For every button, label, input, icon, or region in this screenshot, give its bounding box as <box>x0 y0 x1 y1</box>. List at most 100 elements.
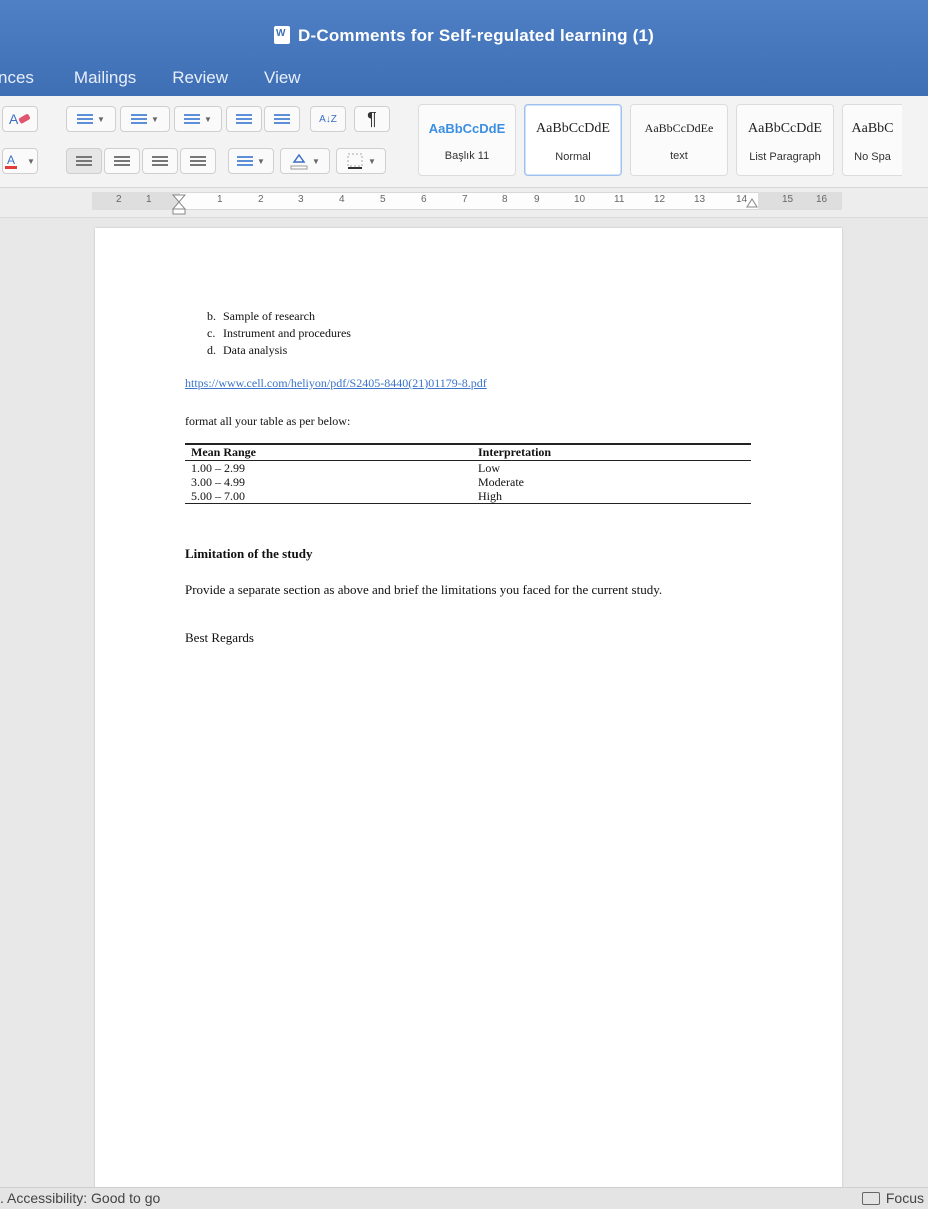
justify-lines <box>190 155 206 167</box>
style-normal[interactable]: AaBbCcDdE Normal <box>524 104 622 176</box>
tab-mailings[interactable]: Mailings <box>74 64 136 92</box>
svg-text:A: A <box>7 153 15 167</box>
decrease-indent-icon[interactable] <box>226 106 262 132</box>
align-left-icon[interactable] <box>66 148 102 174</box>
ruler-label: 2 <box>258 194 264 205</box>
list-marker: b. <box>207 309 216 323</box>
ruler-right-margin <box>758 192 842 210</box>
accessibility-status[interactable]: . Accessibility: Good to go <box>0 1190 160 1206</box>
sort-icon[interactable]: A↓Z <box>310 106 346 132</box>
horizontal-ruler[interactable]: 2 1 1 2 3 4 5 6 7 8 9 10 11 12 13 14 15 … <box>0 188 928 218</box>
table-cell[interactable]: 1.00 – 2.99 <box>185 461 472 476</box>
shading-button[interactable]: ▼ <box>280 148 330 174</box>
ruler-label: 2 <box>116 194 122 205</box>
tab-review[interactable]: Review <box>172 64 228 92</box>
title-bar: D-Comments for Self-regulated learning (… <box>0 0 928 96</box>
word-window: D-Comments for Self-regulated learning (… <box>0 0 928 1209</box>
svg-text:A: A <box>9 111 19 127</box>
align-center-lines <box>114 155 130 167</box>
status-bar: . Accessibility: Good to go Focus <box>0 1187 928 1209</box>
style-baslik-11[interactable]: AaBbCcDdE Başlık 11 <box>418 104 516 176</box>
align-center-icon[interactable] <box>104 148 140 174</box>
multilevel-list-button[interactable]: ▼ <box>174 106 222 132</box>
table-cell[interactable]: 5.00 – 7.00 <box>185 489 472 504</box>
bullets-icon <box>77 113 94 125</box>
list-item[interactable]: d. Data analysis <box>207 342 351 359</box>
closing-line: Best Regards <box>185 630 254 645</box>
font-color-button[interactable]: A ▼ <box>2 148 38 174</box>
right-indent-marker-icon[interactable] <box>746 194 758 208</box>
style-sample: AaBbCcDdEe <box>644 121 714 135</box>
reference-link[interactable]: https://www.cell.com/heliyon/pdf/S2405-8… <box>185 376 487 391</box>
align-right-lines <box>152 155 168 167</box>
borders-button[interactable]: ▼ <box>336 148 386 174</box>
spell-check-icon[interactable]: A <box>2 106 38 132</box>
document-page[interactable]: b. Sample of research c. Instrument and pr… <box>95 228 842 1188</box>
word-document-icon <box>274 26 290 44</box>
ribbon-tabs: nces Mailings Review View <box>0 64 337 92</box>
style-sample: AaBbCcDdE <box>536 121 610 136</box>
ruler-label: 10 <box>574 194 586 205</box>
ribbon: A ▼ ▼ ▼ A↓Z ¶ A ▼ ▼ ▼ ▼ AaBbCcDdE Başlık … <box>0 96 928 188</box>
list-item[interactable]: c. Instrument and procedures <box>207 325 351 342</box>
style-text[interactable]: AaBbCcDdEe text <box>630 104 728 176</box>
decrease-indent-lines <box>236 113 252 125</box>
line-spacing-button[interactable]: ▼ <box>228 148 274 174</box>
column-header: Mean Range <box>185 443 472 461</box>
multilevel-list-icon <box>184 113 201 125</box>
justify-icon[interactable] <box>180 148 216 174</box>
borders-icon <box>347 153 363 169</box>
numbered-list: b. Sample of research c. Instrument and pr… <box>207 308 351 359</box>
shading-icon <box>290 153 308 170</box>
ruler-label: 16 <box>816 194 828 205</box>
align-right-icon[interactable] <box>142 148 178 174</box>
style-name: Başlık 11 <box>444 150 490 162</box>
ruler-label: 3 <box>298 194 304 205</box>
numbering-button[interactable]: ▼ <box>120 106 170 132</box>
list-marker: d. <box>207 343 216 357</box>
table-cell[interactable]: 3.00 – 4.99 <box>185 475 472 489</box>
section-heading: Limitation of the study <box>185 546 313 561</box>
table-row: 3.00 – 4.99 Moderate <box>185 475 751 489</box>
table-cell[interactable]: Moderate <box>472 475 751 489</box>
ruler-left-margin <box>92 192 180 210</box>
align-left-lines <box>76 155 92 167</box>
tab-references[interactable]: nces <box>0 64 34 92</box>
numbering-icon <box>131 113 148 125</box>
focus-button[interactable]: Focus <box>861 1190 924 1206</box>
line-spacing-icon <box>237 155 254 167</box>
list-item-text: Instrument and procedures <box>223 326 351 340</box>
styles-gallery: AaBbCcDdE Başlık 11 AaBbCcDdE Normal AaB… <box>418 104 902 176</box>
window-title: D-Comments for Self-regulated learning (… <box>0 26 928 46</box>
table-header-row: Mean Range Interpretation <box>185 443 751 461</box>
column-header: Interpretation <box>472 443 751 461</box>
tab-view[interactable]: View <box>264 64 301 92</box>
focus-label: Focus <box>885 1190 924 1206</box>
ruler-label: 12 <box>654 194 666 205</box>
ruler-label: 13 <box>694 194 706 205</box>
pilcrow-icon[interactable]: ¶ <box>354 106 390 132</box>
ruler-label: 15 <box>782 194 794 205</box>
style-name: List Paragraph <box>749 151 821 163</box>
increase-indent-icon[interactable] <box>264 106 300 132</box>
style-sample: AaBbCcDdE <box>748 121 822 136</box>
style-no-spacing[interactable]: AaBbC No Spa <box>842 104 902 176</box>
window-title-text: D-Comments for Self-regulated learning (… <box>298 26 654 45</box>
list-item-text: Data analysis <box>223 343 288 357</box>
list-item-text: Sample of research <box>223 309 315 323</box>
list-item[interactable]: b. Sample of research <box>207 308 351 325</box>
ruler-label: 1 <box>146 194 152 205</box>
ruler-label: 1 <box>217 194 223 205</box>
table-cell[interactable]: Low <box>472 461 751 476</box>
increase-indent-lines <box>274 113 290 125</box>
ruler-label: 11 <box>614 194 625 205</box>
table-row: 1.00 – 2.99 Low <box>185 461 751 476</box>
indent-marker-icon[interactable] <box>172 194 186 216</box>
bullets-button[interactable]: ▼ <box>66 106 116 132</box>
style-list-paragraph[interactable]: AaBbCcDdE List Paragraph <box>736 104 834 176</box>
table-cell[interactable]: High <box>472 489 751 504</box>
document-canvas[interactable]: b. Sample of research c. Instrument and pr… <box>0 218 928 1188</box>
ruler-label: 4 <box>339 194 345 205</box>
ruler-label: 6 <box>421 194 427 205</box>
font-color-icon: A <box>5 153 18 169</box>
